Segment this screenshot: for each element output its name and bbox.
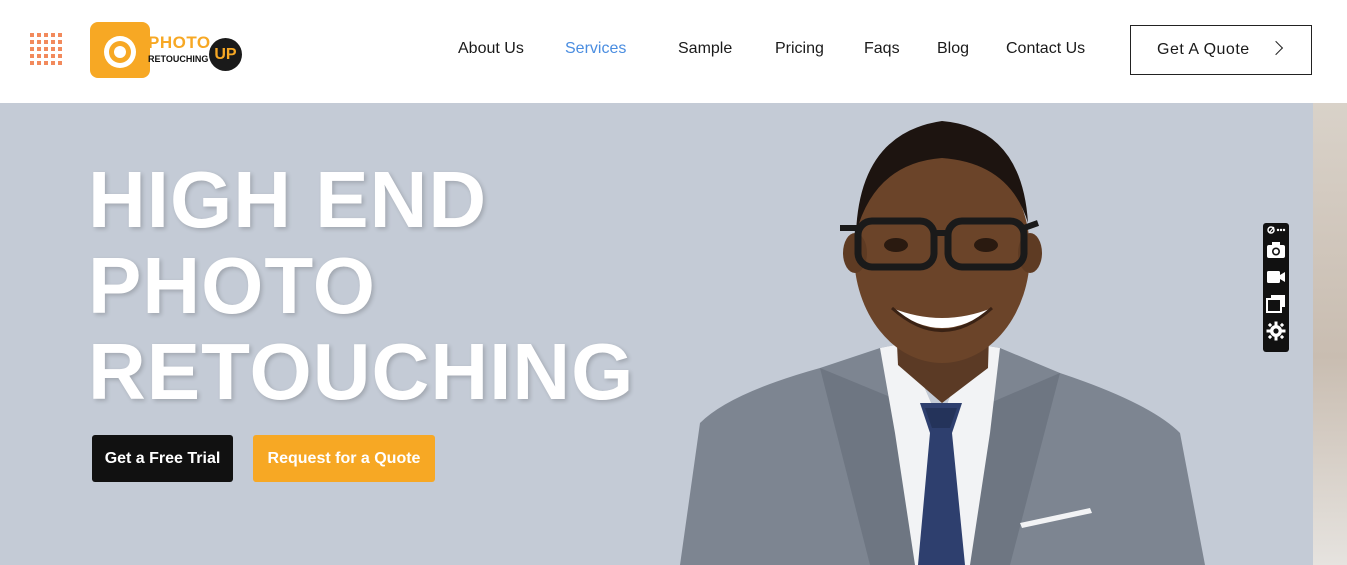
gallery-icon[interactable] — [1266, 294, 1286, 314]
nav-contact-us[interactable]: Contact Us — [1006, 39, 1085, 59]
nav-services[interactable]: Services — [565, 39, 626, 59]
hero-headline-line-2: PHOTO — [88, 241, 377, 330]
hero-side-strip — [1313, 103, 1347, 565]
nav-about-us[interactable]: About Us — [458, 39, 524, 59]
hero-headline-line-3: RETOUCHING — [88, 327, 635, 416]
floating-toolbar — [1263, 223, 1289, 352]
nav-sample[interactable]: Sample — [678, 39, 732, 59]
nav-blog[interactable]: Blog — [937, 39, 969, 59]
video-icon[interactable] — [1266, 267, 1286, 287]
site-header: PHOTO RETOUCHING UP About Us Services Sa… — [0, 0, 1347, 103]
logo-text-bottom: RETOUCHING — [148, 54, 209, 64]
link-icon[interactable] — [1266, 225, 1286, 235]
chevron-right-icon — [1268, 40, 1284, 56]
camera-icon[interactable] — [1266, 240, 1286, 260]
get-a-quote-button[interactable]: Get A Quote — [1130, 25, 1312, 75]
nav-pricing[interactable]: Pricing — [775, 39, 824, 59]
nav-faqs[interactable]: Faqs — [864, 39, 900, 59]
hero-headline-line-1: HIGH END — [88, 155, 488, 244]
free-trial-button[interactable]: Get a Free Trial — [92, 435, 233, 482]
menu-grid-icon[interactable] — [30, 33, 62, 65]
hero-portrait-image — [680, 121, 1205, 565]
get-a-quote-label: Get A Quote — [1157, 41, 1250, 58]
request-quote-button[interactable]: Request for a Quote — [253, 435, 435, 482]
gear-icon[interactable] — [1266, 321, 1286, 341]
logo-badge: UP — [209, 38, 242, 71]
logo[interactable]: PHOTO RETOUCHING UP — [90, 20, 245, 82]
logo-text-top: PHOTO — [148, 33, 211, 52]
logo-camera-icon — [90, 22, 150, 78]
